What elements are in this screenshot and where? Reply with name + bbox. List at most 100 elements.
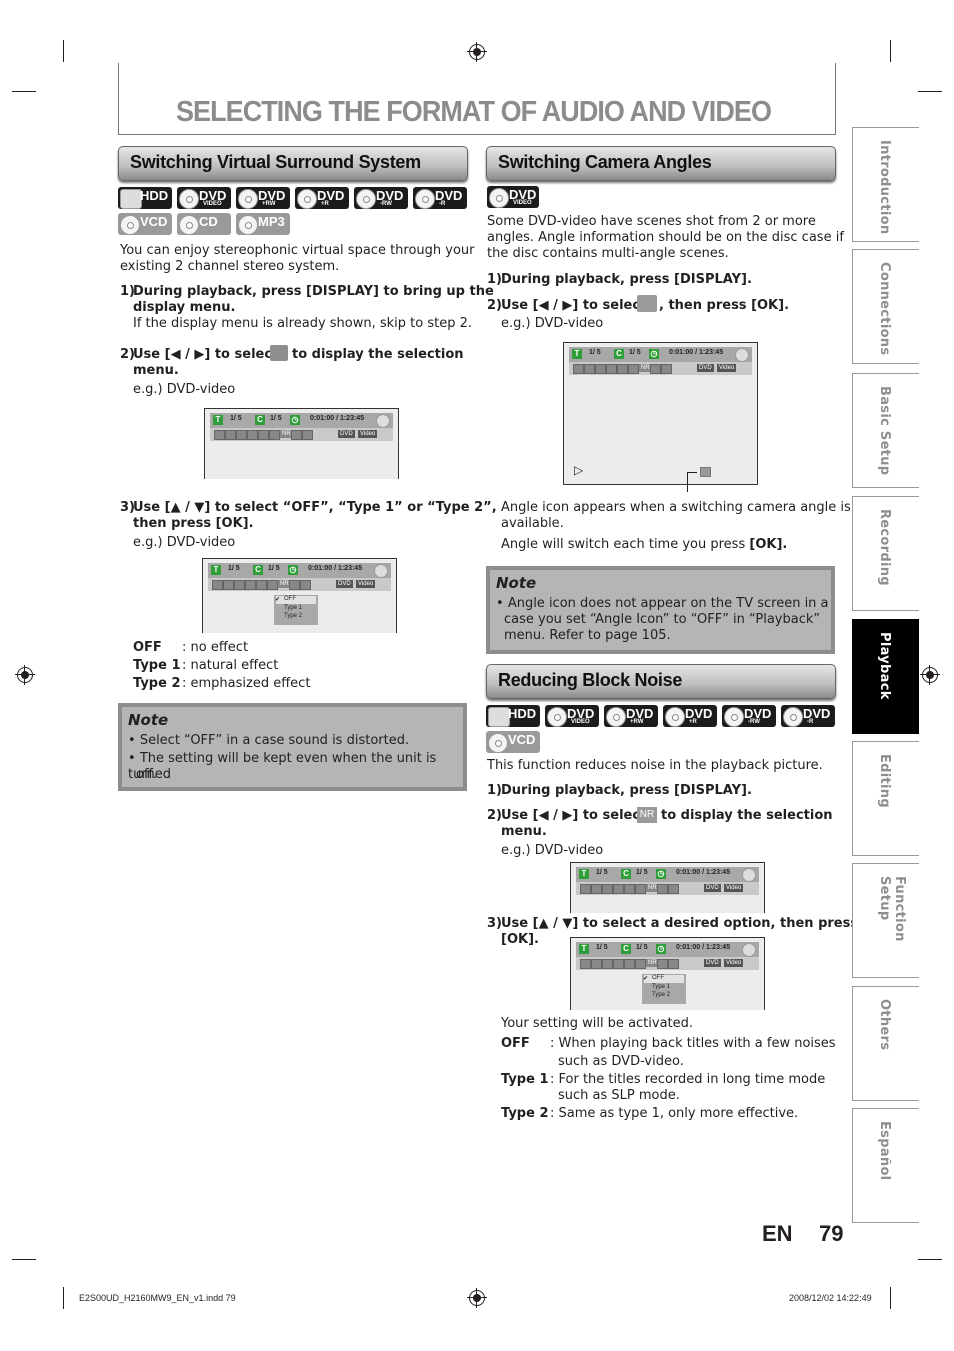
title-icon: T: [579, 944, 589, 954]
angle-icon: [245, 580, 256, 590]
step-text: During playback, press [DISPLAY].: [501, 783, 752, 798]
side-tab-basic-setup[interactable]: Basic Setup: [852, 373, 919, 488]
osd-icon-bar: NR DVD Video: [576, 882, 759, 895]
page-number: 79: [819, 1221, 844, 1246]
option-desc: : When playing back titles with a few no…: [550, 1036, 836, 1051]
step-text: Use [▲ / ▼] to select “OFF”, “Type 1” or…: [133, 500, 497, 515]
side-tab-connections[interactable]: Connections: [852, 249, 919, 364]
chapter-counter: 1/ 5: [636, 869, 648, 876]
title-counter: 1/ 5: [230, 415, 242, 422]
video-tag: Video: [356, 580, 376, 588]
title-counter: 1/ 5: [596, 944, 608, 951]
media-badge-dvd-r: DVD +R: [663, 705, 717, 727]
side-tab-others[interactable]: Others: [852, 986, 919, 1101]
clock-icon: ◷: [656, 944, 666, 954]
intro-text: existing 2 channel stereo system.: [120, 259, 340, 274]
registration-mark-icon: [920, 665, 940, 685]
marker-icon: [269, 430, 280, 440]
dvd-tag: DVD: [704, 959, 721, 967]
section-header-camera-angles: Switching Camera Angles: [486, 146, 836, 181]
osd-screen-menu: T 1/ 5 C 1/ 5 ◷ 0:01:00 / 1:23:45 NR DVD Video ✔…: [570, 937, 765, 1010]
time-readout: 0:01:00 / 1:23:45: [669, 349, 724, 356]
disc-icon: [783, 707, 803, 727]
crop-mark: [918, 91, 942, 92]
step-number: 2): [487, 298, 502, 313]
virtual-surround-icon: [270, 345, 288, 361]
caption-text: Angle icon appears when a switching came…: [501, 500, 851, 515]
caption-icon: [595, 364, 606, 374]
section-header-block-noise: Reducing Block Noise: [486, 664, 836, 699]
side-tab-function-setup[interactable]: Function Setup: [852, 863, 919, 978]
disc-icon: [376, 414, 390, 428]
note-box: Note • Select “OFF” in a case sound is d…: [118, 703, 467, 791]
video-tag: Video: [717, 364, 737, 372]
option-key: Type 1: [501, 1072, 549, 1087]
side-tab-playback[interactable]: Playback: [852, 619, 919, 734]
step-text: then press [OK].: [133, 516, 254, 531]
disc-icon: [120, 215, 140, 235]
title-counter: 1/ 5: [228, 565, 240, 572]
side-tab-espa-ol[interactable]: Español: [852, 1108, 919, 1223]
surround-icon: [668, 884, 679, 894]
video-tag: Video: [724, 959, 744, 967]
callout-line: [687, 472, 697, 473]
osd-icon-bar: NR DVD Video: [576, 957, 759, 970]
disc-icon: [735, 348, 749, 362]
chapter-icon: C: [621, 869, 631, 879]
selection-menu: ✔ OFF Type 1 Type 2: [642, 974, 686, 1004]
side-tab-recording[interactable]: Recording: [852, 496, 919, 611]
note-item: off.: [136, 767, 158, 782]
disc-icon: [547, 707, 567, 727]
angle-icon: [613, 884, 624, 894]
disc-icon: [179, 189, 199, 209]
osd-screen-menu: T 1/ 5 C 1/ 5 ◷ 0:01:00 / 1:23:45 NR DVD Video ✔…: [202, 558, 397, 633]
crop-mark: [63, 40, 64, 62]
crop-mark: [12, 91, 36, 92]
media-badge-dvd-rw: DVD +RW: [604, 705, 658, 727]
step-text: [OK].: [501, 932, 539, 947]
repeat-icon: [258, 430, 269, 440]
note-item: menu. Refer to page 105.: [504, 628, 671, 643]
audio-icon: [225, 430, 236, 440]
marker-icon: [635, 884, 646, 894]
side-tab-label: Español: [877, 1121, 892, 1181]
osd-status-bar: T 1/ 5 C 1/ 5 ◷ 0:01:00 / 1:23:45: [569, 347, 752, 362]
side-tab-introduction[interactable]: Introduction: [852, 127, 919, 242]
subtitle-icon: [573, 364, 584, 374]
subtitle-icon: [580, 884, 591, 894]
language-code: EN: [762, 1221, 793, 1246]
media-badge-dvd-rw: DVD +RW: [236, 187, 290, 209]
intro-text: angles. Angle information should be on t…: [487, 230, 844, 245]
crop-mark: [63, 1287, 64, 1309]
osd-screen: T 1/ 5 C 1/ 5 ◷ 0:01:00 / 1:23:45 NR DVD Video: [570, 862, 765, 913]
example-label: e.g.) DVD-video: [501, 316, 604, 331]
menu-item: Type 2: [652, 992, 671, 998]
surround-icon: [661, 364, 672, 374]
side-tab-editing[interactable]: Editing: [852, 741, 919, 856]
note-title: Note: [128, 711, 169, 729]
section-header-virtual-surround: Switching Virtual Surround System: [118, 146, 468, 181]
repeat-icon: [256, 580, 267, 590]
zoom-icon: [650, 364, 661, 374]
crop-mark: [890, 1287, 891, 1309]
side-tab-label: Function Setup: [877, 876, 907, 942]
option-key: OFF: [133, 640, 162, 655]
disc-icon: [374, 564, 388, 578]
title-icon: T: [213, 415, 223, 425]
step-number: 1): [487, 783, 502, 798]
disc-icon: [742, 943, 756, 957]
zoom-icon: [657, 884, 668, 894]
option-key: Type 2: [133, 676, 181, 691]
side-tab-label: Connections: [877, 262, 892, 356]
registration-mark-icon: [467, 42, 487, 62]
time-readout: 0:01:00 / 1:23:45: [676, 944, 731, 951]
media-badge-dvd-video: DVD VIDEO: [545, 705, 599, 727]
page-corner-line: [852, 1222, 918, 1223]
step-text: Use [◀ / ▶] to select: [501, 808, 647, 823]
nr-icon: NR: [637, 807, 657, 823]
menu-item: Type 1: [284, 605, 303, 611]
play-icon: ▷: [574, 463, 584, 477]
osd-screen-angle: T 1/ 5 C 1/ 5 ◷ 0:01:00 / 1:23:45 NR DVD Video ▷: [563, 342, 758, 485]
title-icon: T: [572, 349, 582, 359]
intro-text: Some DVD-video have scenes shot from 2 o…: [487, 214, 816, 229]
